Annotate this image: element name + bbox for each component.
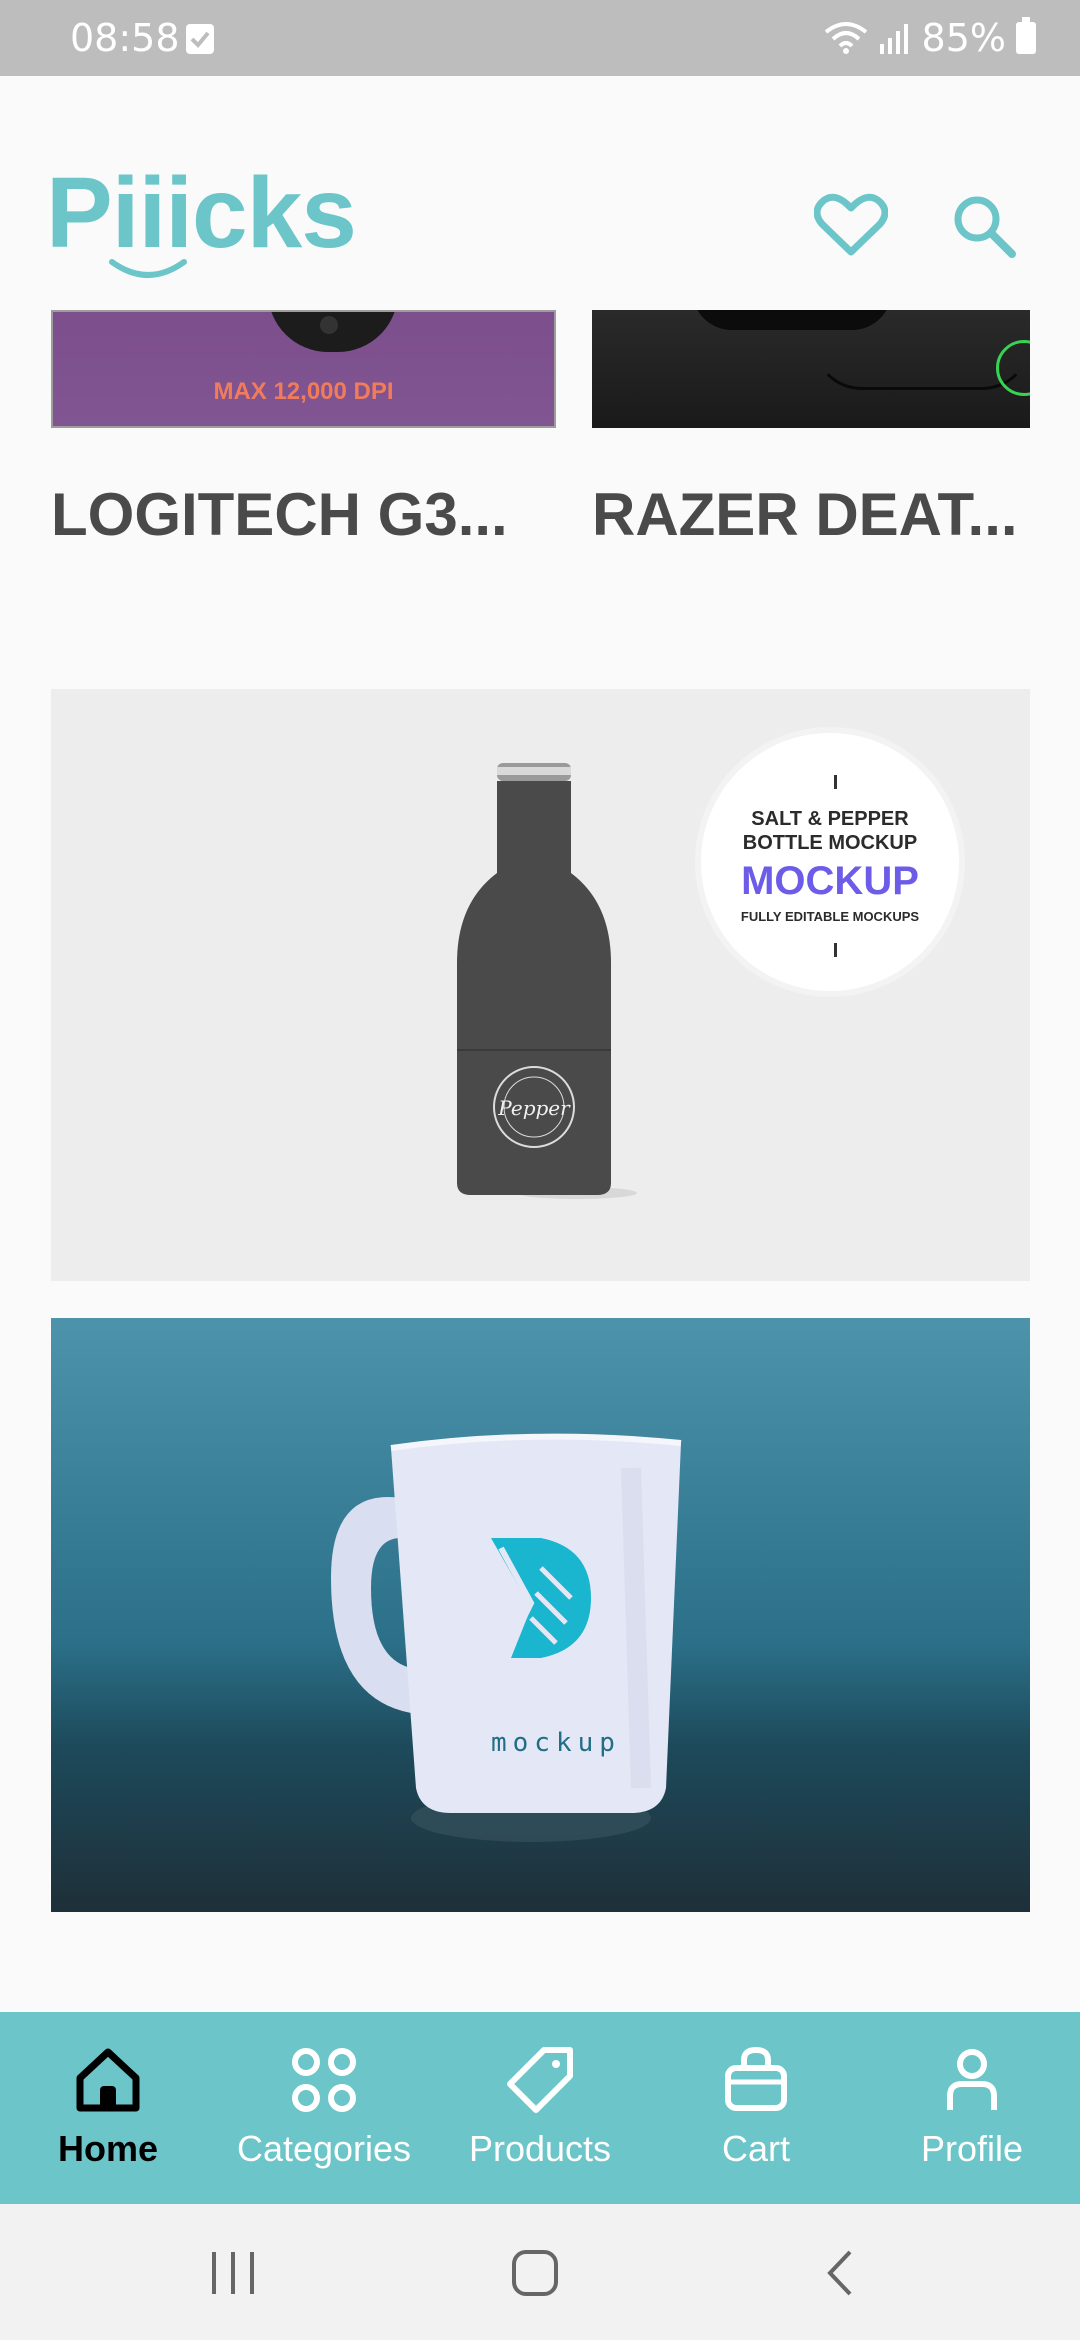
nav-products[interactable]: Products (432, 2012, 648, 2204)
mockup-badge: SALT & PEPPER BOTTLE MOCKUP MOCKUP FULLY… (695, 727, 965, 997)
promo-banner-mug[interactable]: mockup (51, 1318, 1030, 1912)
status-bar: 08:58 85% (0, 0, 1080, 76)
badge-subtitle: FULLY EDITABLE MOCKUPS (740, 909, 920, 924)
search-icon[interactable] (952, 194, 1018, 260)
nav-profile[interactable]: Profile (864, 2012, 1080, 2204)
tag-icon (507, 2047, 573, 2113)
mouse-graphic (692, 310, 892, 330)
logo-smile-icon (109, 259, 187, 278)
badge-title: MOCKUP (741, 859, 919, 903)
person-icon (947, 2049, 997, 2110)
home-feed[interactable]: MAX 12,000 DPI LOGITECH G3... RAZER DEAT… (0, 310, 1080, 2010)
status-indicators: 85% (824, 16, 1036, 60)
signal-icon (879, 24, 908, 54)
mug-image (331, 1433, 682, 1842)
badge-line-1: SALT & PEPPER BOTTLE MOCKUP (742, 808, 918, 854)
bag-icon (725, 2046, 787, 2111)
nav-cart[interactable]: Cart (648, 2012, 864, 2204)
battery-icon (1016, 17, 1036, 54)
nav-label-cart: Cart (721, 2128, 790, 2169)
nav-label-products: Products (468, 2128, 612, 2169)
system-navigation-bar (0, 2204, 1080, 2340)
nav-label-profile: Profile (920, 2128, 1024, 2169)
product-image-razer[interactable] (592, 310, 1030, 428)
nav-home[interactable]: Home (0, 2012, 216, 2204)
nav-categories[interactable]: Categories (216, 2012, 432, 2204)
wifi-icon (824, 22, 867, 54)
product-title[interactable]: RAZER DEAT... (592, 480, 1018, 549)
svg-text:Pepper: Pepper (497, 1096, 571, 1120)
product-title[interactable]: LOGITECH G3... (51, 480, 508, 549)
recent-apps-icon[interactable] (210, 2248, 256, 2298)
heart-icon[interactable] (814, 190, 888, 258)
product-image-logitech[interactable]: MAX 12,000 DPI (51, 310, 556, 428)
bottle-image: Pepper (457, 763, 637, 1199)
back-icon[interactable] (822, 2248, 856, 2298)
bottom-navigation: Home Categories Products Cart Profile (0, 2012, 1080, 2204)
nav-label-home: Home (57, 2128, 159, 2169)
checkbox-notification-icon (186, 24, 214, 54)
home-button-icon[interactable] (510, 2248, 560, 2298)
app-logo: Piiicks (46, 157, 357, 269)
mouse-graphic (268, 312, 398, 352)
mug-logo-text: mockup (491, 1728, 621, 1758)
nav-label-categories: Categories (236, 2128, 412, 2169)
battery-percentage: 85% (921, 16, 1006, 60)
promo-banner-salt-pepper[interactable]: Pepper SALT & PEPPER BOTTLE MOCKUP MOCKU… (51, 689, 1030, 1281)
categories-icon (292, 2048, 356, 2112)
status-time: 08:58 (70, 16, 180, 60)
app-header: Piiicks (0, 76, 1080, 310)
product-image-caption: MAX 12,000 DPI (213, 378, 394, 405)
home-icon (76, 2048, 140, 2112)
